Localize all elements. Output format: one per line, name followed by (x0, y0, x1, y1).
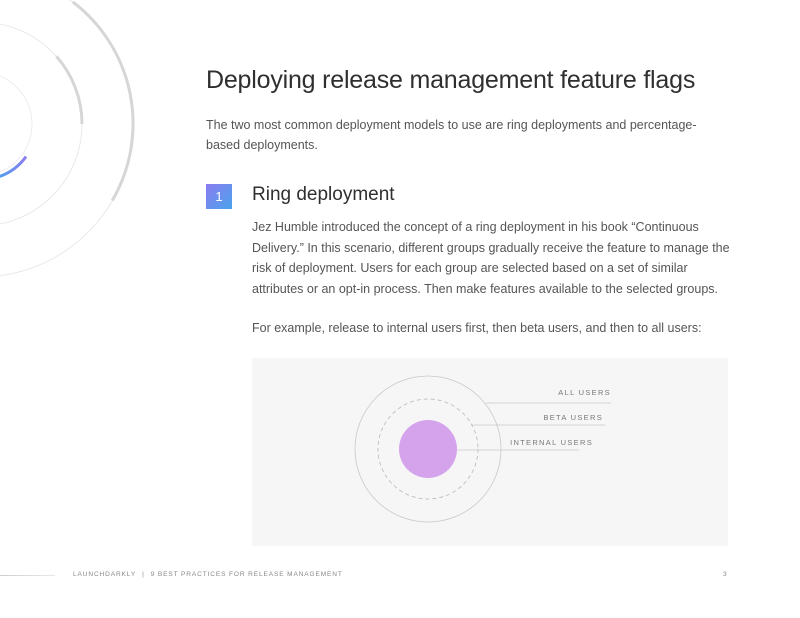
body-paragraph: Jez Humble introduced the concept of a r… (252, 220, 730, 296)
deco-arc-outer (71, 0, 135, 202)
label-beta-users: BETA USERS (543, 413, 603, 422)
ring-diagram: ALL USERS BETA USERS INTERNAL USERS (354, 375, 611, 523)
intro-paragraph: The two most common deployment models to… (206, 118, 697, 152)
page-title: Deploying release management feature fla… (206, 66, 696, 94)
step-number: 1 (215, 189, 223, 204)
footer-rule (0, 575, 55, 576)
footer-doc-title: 9 BEST PRACTICES FOR RELEASE MANAGEMENT (150, 571, 343, 578)
ring-internal-users (399, 420, 457, 478)
decorative-rings (0, 0, 135, 277)
page-number: 3 (723, 571, 727, 578)
deco-ring-inner (0, 75, 33, 173)
label-all-users: ALL USERS (558, 388, 611, 397)
section-heading: Ring deployment (252, 184, 395, 205)
deco-arc-gradient (0, 155, 28, 178)
ring-diagram-panel: ALL USERS BETA USERS INTERNAL USERS (252, 358, 728, 546)
body-paragraph-example: For example, release to internal users f… (252, 321, 702, 335)
footer-brand: LAUNCHDARKLY (73, 571, 137, 578)
deco-ring-outer (0, 0, 134, 277)
footer-separator: | (142, 571, 145, 578)
step-number-badge: 1 (206, 184, 232, 209)
deco-arc-middle (55, 55, 84, 125)
footer: LAUNCHDARKLY | 9 BEST PRACTICES FOR RELEAS… (73, 571, 343, 578)
label-internal-users: INTERNAL USERS (510, 438, 593, 447)
deco-ring-middle (0, 23, 83, 225)
